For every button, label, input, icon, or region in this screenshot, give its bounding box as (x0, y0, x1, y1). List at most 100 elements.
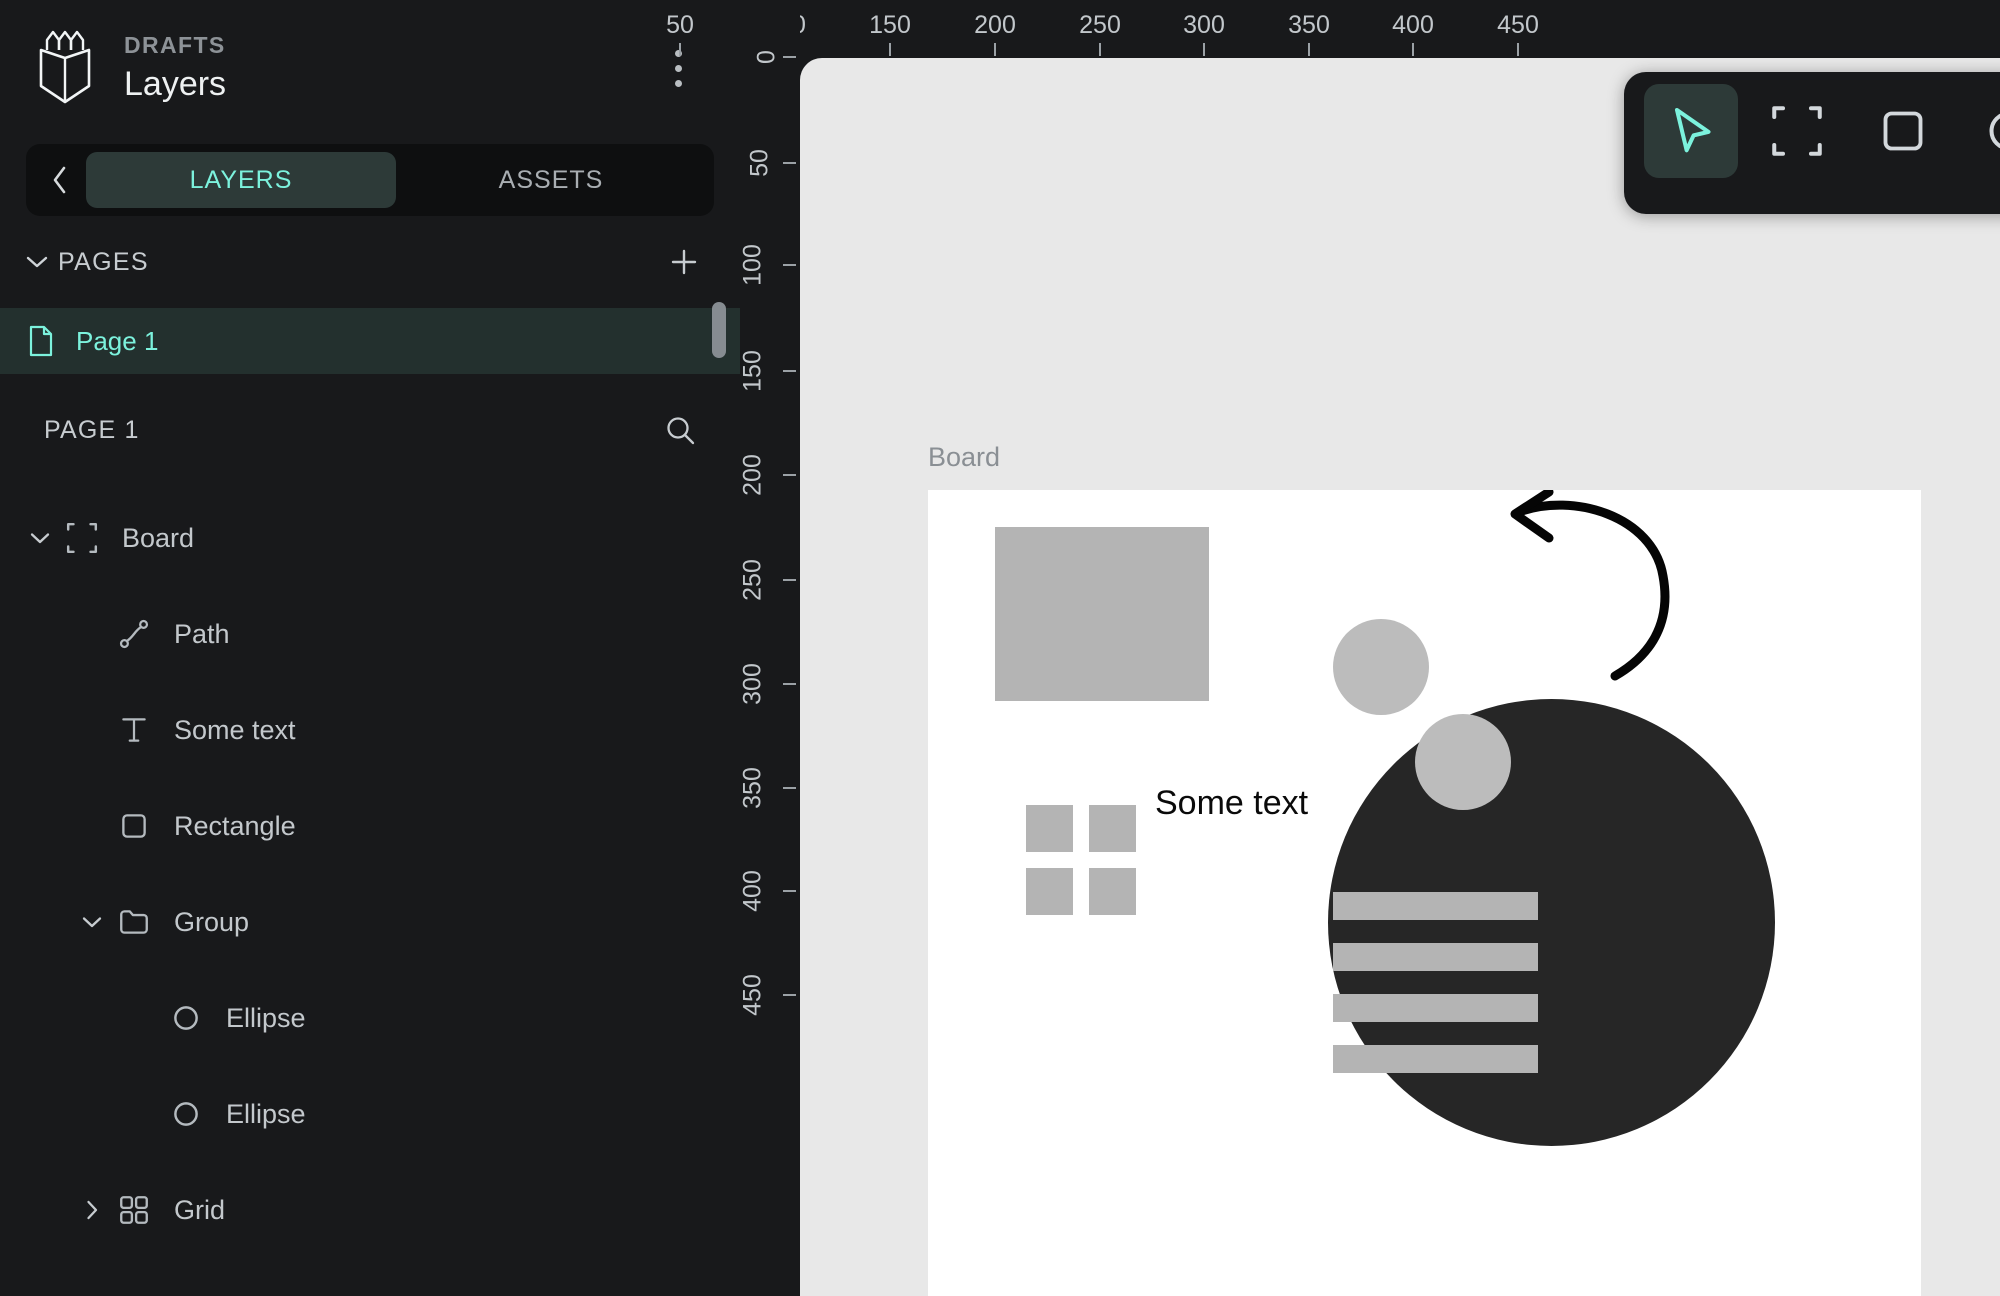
rectangle-icon (122, 814, 146, 838)
ruler-tick-mark (1517, 43, 1519, 56)
chevron-right-icon[interactable] (81, 1199, 103, 1221)
artboard[interactable]: Some text (928, 490, 1921, 1296)
ruler-tick-label: 100 (738, 244, 767, 286)
ruler-tick-mark (783, 162, 796, 164)
layers-section-header: PAGE 1 (0, 384, 740, 476)
shape-path-arrow[interactable] (1503, 490, 1733, 690)
ruler-tick-mark (1099, 43, 1101, 56)
layer-row[interactable]: Grid (0, 1162, 740, 1258)
shape-bar[interactable] (1333, 892, 1538, 920)
board-tool[interactable] (1750, 84, 1844, 178)
layer-expand-toggle[interactable] (20, 518, 60, 558)
shape-bar[interactable] (1333, 1045, 1538, 1073)
layer-expand-toggle[interactable] (72, 902, 112, 942)
canvas-surface[interactable]: Board Some text (800, 58, 2000, 1296)
add-page-button[interactable] (664, 242, 704, 282)
layer-expand-spacer (72, 806, 112, 846)
layer-row[interactable]: Board (0, 490, 740, 586)
shape-text[interactable]: Some text (1155, 784, 1308, 823)
board-icon (1772, 106, 1822, 156)
layer-label: Some text (174, 714, 296, 745)
pages-scrollbar-thumb[interactable] (712, 302, 726, 358)
layer-type-icon (112, 708, 156, 752)
pages-section-title: PAGES (58, 247, 149, 276)
page-1-label: Page 1 (76, 325, 159, 356)
app-logo-icon (34, 28, 100, 108)
layer-row[interactable]: Group (0, 874, 740, 970)
collapse-panel-button[interactable] (34, 152, 86, 208)
layer-row[interactable]: Some text (0, 682, 740, 778)
ruler-tick-mark (783, 56, 796, 58)
ruler-tick-label: 200 (738, 454, 767, 496)
path-icon (119, 619, 149, 649)
canvas-area[interactable]: Board Some text 50 150 200 250 300 350 4… (666, 0, 2000, 1296)
ruler-tick-label: 350 (1288, 11, 1330, 39)
layer-row[interactable]: Path (0, 586, 740, 682)
layer-row[interactable]: Rectangle (0, 778, 740, 874)
ellipse-icon (174, 1102, 198, 1126)
layer-tree: Board Path Some text Rectangle Group Ellipse E… (0, 490, 740, 1258)
shape-big-circle[interactable] (1328, 699, 1775, 1146)
shape-bar[interactable] (1333, 943, 1538, 971)
pages-scrollbar[interactable] (712, 302, 726, 380)
ruler-vertical[interactable]: 0 50 100 150 200 250 300 350 400 450 (738, 0, 800, 1296)
shape-ellipse-1[interactable] (1333, 619, 1429, 715)
chevron-down-icon[interactable] (22, 255, 52, 269)
rectangle-tool[interactable] (1856, 84, 1950, 178)
layer-expand-spacer (72, 710, 112, 750)
floating-toolbar[interactable] (1624, 72, 2000, 214)
artboard-label[interactable]: Board (928, 442, 1000, 473)
grid-cell (1089, 805, 1136, 852)
shape-bar[interactable] (1333, 994, 1538, 1022)
cursor-icon (1674, 107, 1711, 153)
ruler-tick-mark (783, 994, 796, 996)
ruler-tick-mark (679, 43, 681, 56)
rectangle-icon (1883, 111, 1923, 151)
ruler-tick-mark (1412, 43, 1414, 56)
ruler-horizontal[interactable]: 50100150200250300350400450 (666, 0, 2000, 58)
layer-row[interactable]: Ellipse (0, 1066, 740, 1162)
ellipse-tool[interactable] (1962, 84, 2000, 178)
pages-section-header[interactable]: PAGES (0, 216, 740, 308)
file-title-block: DRAFTS Layers (124, 30, 226, 106)
ruler-tick-label: 450 (1497, 11, 1539, 39)
shape-ellipse-2[interactable] (1415, 714, 1511, 810)
shape-rectangle[interactable] (995, 527, 1209, 701)
layer-row[interactable]: Ellipse (0, 970, 740, 1066)
layer-type-icon (112, 804, 156, 848)
cursor-tool[interactable] (1644, 84, 1738, 178)
layer-expand-toggle[interactable] (72, 1190, 112, 1230)
sidebar-item-page-1[interactable]: Page 1 (0, 302, 740, 374)
left-sidebar: DRAFTS Layers LAYERS ASSETS PAGES Page 1… (0, 0, 740, 1296)
ruler-tick-mark (994, 43, 996, 56)
tab-layers[interactable]: LAYERS (86, 152, 396, 208)
tab-layers-label: LAYERS (189, 165, 293, 194)
chevron-down-icon[interactable] (81, 911, 103, 933)
ruler-tick-mark (783, 264, 796, 266)
page-icon (28, 325, 62, 357)
folder-icon (120, 910, 148, 934)
ruler-tick-label: 300 (1183, 11, 1225, 39)
kebab-dot (674, 64, 682, 72)
text-icon (122, 718, 146, 742)
layer-label: Ellipse (226, 1002, 306, 1033)
chevron-left-icon (53, 166, 66, 194)
ruler-tick-mark (783, 579, 796, 581)
layer-type-icon (60, 516, 104, 560)
sidebar-header: DRAFTS Layers (0, 0, 740, 136)
kebab-menu-icon[interactable] (660, 42, 696, 94)
board-icon (66, 522, 98, 554)
layer-type-icon (112, 612, 156, 656)
layer-label: Board (122, 522, 195, 553)
grid-icon (120, 1196, 148, 1224)
chevron-down-icon[interactable] (29, 527, 51, 549)
grid-cell (1026, 868, 1073, 915)
tab-assets[interactable]: ASSETS (396, 152, 706, 208)
layer-label: Path (174, 618, 230, 649)
ruler-tick-label: 400 (738, 870, 767, 912)
ruler-tick-label: 150 (738, 350, 767, 392)
tab-assets-label: ASSETS (498, 165, 604, 194)
grid-cell (1026, 805, 1073, 852)
search-icon[interactable] (660, 410, 700, 450)
layers-section-title: PAGE 1 (44, 415, 140, 444)
